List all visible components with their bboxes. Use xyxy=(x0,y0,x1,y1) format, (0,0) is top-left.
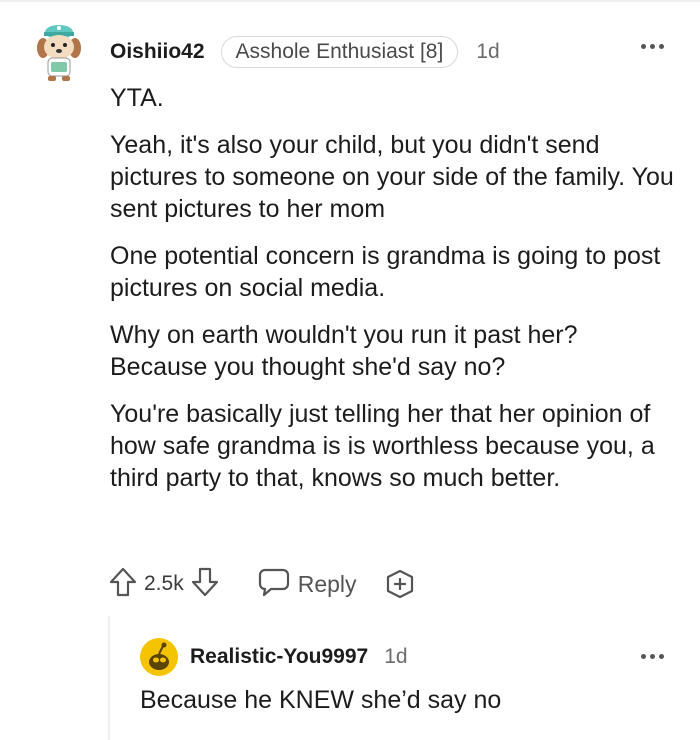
snoo-avatar-icon[interactable] xyxy=(140,638,178,676)
comment-paragraph: Yeah, it's also your child, but you didn… xyxy=(110,131,674,223)
comment-paragraph: Why on earth wouldn't you run it past he… xyxy=(110,321,578,381)
comment-timestamp: 1d xyxy=(476,40,500,63)
reply-body: Because he KNEW she’d say no xyxy=(140,686,502,714)
top-divider xyxy=(0,0,700,2)
more-dots-icon[interactable] xyxy=(641,654,664,659)
more-dots-icon[interactable] xyxy=(641,44,664,49)
thread-line[interactable] xyxy=(108,616,110,740)
comment-body: YTA. Yeah, it's also your child, but you… xyxy=(110,82,680,509)
award-plus-icon[interactable] xyxy=(385,569,415,599)
reply-button[interactable]: Reply xyxy=(258,567,357,602)
user-flair: Asshole Enthusiast [8] xyxy=(220,36,459,68)
comment-actions: 2.5k Reply xyxy=(108,566,415,602)
comment-header: Oishiio42 Asshole Enthusiast [8] 1d xyxy=(110,34,500,70)
speech-bubble-icon xyxy=(258,567,290,602)
comment-paragraph: You're basically just telling her that h… xyxy=(110,400,655,492)
dog-avatar-icon[interactable] xyxy=(34,24,82,82)
comment-paragraph: YTA. xyxy=(110,84,164,112)
vote-count: 2.5k xyxy=(144,572,184,595)
reply-username[interactable]: Realistic-You9997 xyxy=(190,645,368,669)
arrow-down-icon[interactable] xyxy=(190,566,220,603)
reply-timestamp: 1d xyxy=(384,645,408,668)
reply-header: Realistic-You9997 1d xyxy=(190,642,408,672)
comment-username[interactable]: Oishiio42 xyxy=(110,40,205,64)
reply-label: Reply xyxy=(297,570,357,597)
comment-paragraph: One potential concern is grandma is goin… xyxy=(110,242,661,302)
arrow-up-icon[interactable] xyxy=(108,566,138,603)
